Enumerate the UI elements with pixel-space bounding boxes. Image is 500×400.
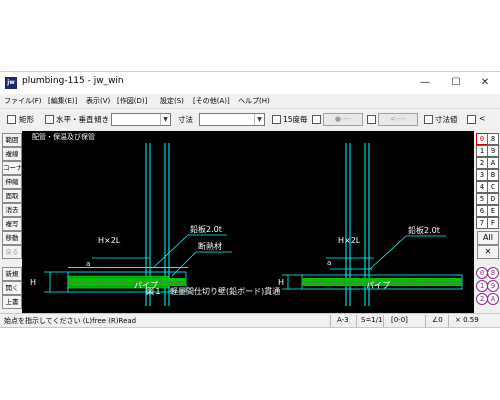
lead-label: 鉛板2.0t — [408, 225, 440, 235]
scale-value[interactable]: S=1/1 — [361, 316, 383, 324]
leader-line — [369, 235, 407, 270]
toolbar: 矩形 水平・垂直 傾き ▼ 寸法 ▼ 15度毎 ●---- <---- 寸法値 … — [0, 108, 500, 132]
layer-panel-right: 0 8 1 9 2 A 3 B 4 C 5 D 6 E 7 F All ✕ 0 … — [474, 131, 500, 313]
dim-select[interactable]: ▼ — [199, 113, 265, 126]
status-divider — [448, 315, 449, 327]
h-label: H — [278, 278, 284, 287]
title-bar: jw plumbing-115 - jw_win — ☐ ✕ — [0, 72, 500, 94]
last-label: < — [479, 114, 486, 123]
paper-size[interactable]: A-3 — [337, 316, 349, 324]
a-label: a — [327, 259, 331, 267]
chevron-down-icon: ▼ — [160, 114, 170, 125]
tool-corner[interactable]: コーナー — [2, 161, 22, 175]
dimval-checkbox[interactable] — [424, 115, 433, 124]
status-divider — [330, 315, 331, 327]
group-button-9[interactable]: 9 — [487, 280, 499, 292]
angle15-checkbox[interactable] — [272, 115, 281, 124]
minimize-button[interactable]: — — [410, 72, 440, 94]
close-icon[interactable]: ✕ — [477, 245, 499, 259]
option1-checkbox[interactable] — [312, 115, 321, 124]
tool-new[interactable]: 新規 — [2, 267, 22, 281]
tool-undo[interactable]: 戻る — [2, 245, 22, 259]
tool-copy[interactable]: 複写 — [2, 217, 22, 231]
option2-checkbox[interactable] — [367, 115, 376, 124]
insul-label: 断熱材 — [198, 241, 222, 251]
layer-button-a[interactable]: A — [487, 157, 499, 169]
angle-value[interactable]: ∠0 — [432, 316, 443, 324]
status-divider — [356, 315, 357, 327]
hv-label: 水平・垂直 — [56, 115, 94, 124]
menu-edit[interactable]: [編集(E)] — [48, 96, 77, 106]
tool-move[interactable]: 移動 — [2, 231, 22, 245]
dimval-label: 寸法値 — [435, 115, 458, 124]
group-button-a[interactable]: A — [487, 293, 499, 305]
layer-button-c[interactable]: C — [487, 181, 499, 193]
tool-palette-left: 範囲 複線 コーナー 伸縮 面取 消去 複写 移動 戻る 新規 開く 上書 — [0, 131, 22, 313]
point-button[interactable]: ●---- — [323, 113, 363, 126]
lead-label: 鉛板2.0t — [190, 224, 222, 234]
slope-label: 傾き — [94, 115, 109, 124]
arrow-button[interactable]: <---- — [378, 113, 418, 126]
tool-extend[interactable]: 伸縮 — [2, 175, 22, 189]
rect-checkbox[interactable] — [7, 115, 16, 124]
top-text: 配管・保温及び保管 — [32, 132, 95, 141]
group-button-8[interactable]: 8 — [487, 267, 499, 279]
menu-file[interactable]: ファイル(F) — [4, 96, 42, 106]
jw-win-window: jw plumbing-115 - jw_win — ☐ ✕ ファイル(F) [… — [0, 71, 500, 328]
hv-checkbox[interactable] — [45, 115, 54, 124]
a-label: a — [86, 260, 90, 268]
menu-other[interactable]: [その他(A)] — [193, 96, 230, 106]
status-divider — [425, 315, 426, 327]
menu-draw[interactable]: [作図(D)] — [117, 96, 147, 106]
last-checkbox[interactable] — [467, 115, 476, 124]
tool-range[interactable]: 範囲 — [2, 133, 22, 147]
hx2l-label: H×2L — [338, 236, 361, 245]
status-bar: 始点を指示してください (L)free (R)Read A-3 S=1/1 [0… — [0, 313, 500, 327]
zoom-value[interactable]: × 0.59 — [455, 316, 479, 324]
cad-drawing: 配管・保温及び保管 パイプ H×2L 鉛板2.0t 断熱材 a H パイプ H×… — [30, 132, 463, 306]
h-label: H — [30, 278, 36, 287]
pipe-label: パイプ — [366, 281, 390, 290]
tool-chamfer[interactable]: 面取 — [2, 189, 22, 203]
tool-open[interactable]: 開く — [2, 281, 22, 295]
right-detail: パイプ H×2L 鉛板2.0t a H — [278, 143, 463, 306]
drawing-canvas[interactable]: 配管・保温及び保管 パイプ H×2L 鉛板2.0t 断熱材 a H パイプ H×… — [22, 131, 474, 313]
leader-line — [153, 234, 189, 268]
angle15-label: 15度毎 — [283, 115, 308, 124]
all-layers-button[interactable]: All — [477, 231, 499, 245]
menu-view[interactable]: 表示(V) — [86, 96, 110, 106]
window-title: plumbing-115 - jw_win — [22, 76, 124, 86]
layer-button-8[interactable]: 8 — [487, 133, 499, 145]
tool-offset[interactable]: 複線 — [2, 147, 22, 161]
slope-select[interactable]: ▼ — [111, 113, 171, 126]
hx2l-label: H×2L — [98, 236, 121, 245]
app-icon: jw — [5, 77, 17, 89]
layer-value[interactable]: [0-0] — [391, 316, 408, 324]
dim-label: 寸法 — [178, 115, 193, 124]
chevron-down-icon: ▼ — [254, 114, 264, 125]
close-button[interactable]: ✕ — [470, 72, 500, 94]
left-detail: パイプ H×2L 鉛板2.0t 断熱材 a H — [30, 143, 232, 306]
figure-caption: 図１ 軽量間仕切り壁(鉛ボード)貫通 — [146, 286, 280, 296]
layer-button-e[interactable]: E — [487, 205, 499, 217]
layer-button-d[interactable]: D — [487, 193, 499, 205]
tool-erase[interactable]: 消去 — [2, 203, 22, 217]
menu-settings[interactable]: 設定(S) — [160, 96, 184, 106]
layer-button-9[interactable]: 9 — [487, 145, 499, 157]
menu-help[interactable]: ヘルプ(H) — [238, 96, 270, 106]
maximize-button[interactable]: ☐ — [441, 72, 471, 94]
rect-label: 矩形 — [19, 115, 34, 124]
tool-save[interactable]: 上書 — [2, 295, 22, 309]
menu-bar: ファイル(F) [編集(E)] 表示(V) [作図(D)] 設定(S) [その他… — [0, 94, 500, 108]
status-divider — [383, 315, 384, 327]
status-message: 始点を指示してください (L)free (R)Read — [4, 317, 137, 325]
layer-button-b[interactable]: B — [487, 169, 499, 181]
layer-button-f[interactable]: F — [487, 217, 499, 229]
